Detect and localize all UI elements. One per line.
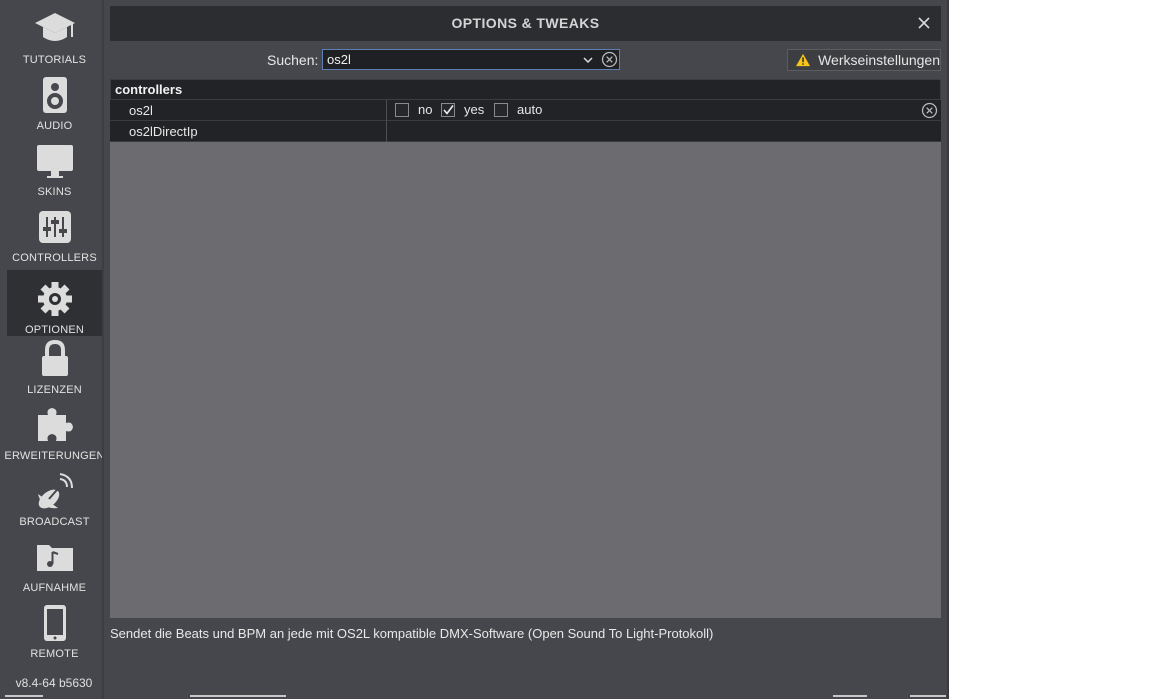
group-header: controllers xyxy=(110,79,941,100)
lock-icon xyxy=(33,338,77,380)
sidebar-item-label: REMOTE xyxy=(30,648,79,660)
search-history-dropdown[interactable] xyxy=(581,53,595,67)
group-label: controllers xyxy=(115,82,183,97)
option-row-os2l: os2l no yes auto xyxy=(110,100,941,121)
column-divider xyxy=(386,100,387,121)
sidebar-item-aufnahme[interactable]: AUFNAHME xyxy=(7,528,102,594)
sidebar-item-tutorials[interactable]: TUTORIALS xyxy=(7,0,102,66)
clear-circle-icon xyxy=(921,102,938,119)
sidebar-item-label: ERWEITERUNGEN xyxy=(4,450,105,462)
footer-fragment xyxy=(5,695,43,697)
search-input[interactable] xyxy=(327,51,577,68)
chevron-down-icon xyxy=(583,57,593,64)
column-divider xyxy=(386,121,387,142)
sidebar-item-optionen[interactable]: OPTIONEN xyxy=(7,270,102,336)
option-reset-button[interactable] xyxy=(921,102,938,119)
search-clear-button[interactable] xyxy=(601,51,618,68)
close-button[interactable] xyxy=(915,14,933,32)
option-choice-auto[interactable]: auto xyxy=(494,102,542,117)
checkbox-yes[interactable] xyxy=(441,102,455,117)
sidebar-item-label: LIZENZEN xyxy=(27,384,82,396)
choice-label: yes xyxy=(464,102,485,117)
satellite-dish-icon xyxy=(33,470,77,512)
search-label: Suchen: xyxy=(267,52,319,68)
sidebar-item-label: SKINS xyxy=(37,186,72,198)
close-icon xyxy=(918,17,930,29)
factory-reset-label: Werkseinstellungen xyxy=(818,52,940,68)
sidebar: TUTORIALS AUDIO SKINS CONTROLLERS OPTION… xyxy=(0,0,105,699)
title-bar: OPTIONS & TWEAKS xyxy=(110,6,941,41)
window-edge xyxy=(947,0,949,699)
search-box xyxy=(322,49,620,70)
speaker-icon xyxy=(33,74,77,116)
sidebar-item-label: AUDIO xyxy=(36,120,73,132)
sidebar-item-lizenzen[interactable]: LIZENZEN xyxy=(7,330,102,396)
app-window: TUTORIALS AUDIO SKINS CONTROLLERS OPTION… xyxy=(0,0,949,699)
version-label: v8.4-64 b5630 xyxy=(15,676,93,690)
option-choice-no[interactable]: no xyxy=(395,102,432,117)
footer-fragment xyxy=(910,695,946,697)
choice-label: auto xyxy=(517,102,543,117)
sidebar-item-label: AUFNAHME xyxy=(22,582,87,594)
checkbox-auto[interactable] xyxy=(494,102,508,117)
sliders-icon xyxy=(33,206,77,248)
sidebar-divider xyxy=(102,0,104,699)
footer-fragment xyxy=(190,695,286,697)
option-name: os2lDirectIp xyxy=(129,124,198,139)
sidebar-item-remote[interactable]: REMOTE xyxy=(7,594,102,660)
option-row-os2ldirectip[interactable]: os2lDirectIp xyxy=(110,121,941,142)
checkbox-no[interactable] xyxy=(395,102,409,117)
monitor-icon xyxy=(33,140,77,182)
smartphone-icon xyxy=(33,602,77,644)
factory-reset-button[interactable]: Werkseinstellungen xyxy=(787,49,941,71)
sidebar-item-controllers[interactable]: CONTROLLERS xyxy=(7,198,102,264)
option-name: os2l xyxy=(129,103,153,118)
sidebar-item-label: CONTROLLERS xyxy=(12,252,97,264)
clear-circle-icon xyxy=(601,51,618,68)
music-folder-icon xyxy=(33,536,77,578)
sidebar-item-label: BROADCAST xyxy=(19,516,90,528)
sidebar-item-label: TUTORIALS xyxy=(22,54,87,66)
graduation-cap-icon xyxy=(33,8,77,50)
checkmark-icon xyxy=(443,104,454,115)
option-choice-yes[interactable]: yes xyxy=(441,102,484,117)
footer-fragment xyxy=(833,695,867,697)
puzzle-icon xyxy=(33,404,77,446)
options-table: controllers os2l no yes auto os2lDirectI… xyxy=(110,79,941,618)
sidebar-item-audio[interactable]: AUDIO xyxy=(7,66,102,132)
gear-icon xyxy=(33,278,77,320)
warning-icon xyxy=(796,53,811,67)
choice-label: no xyxy=(418,102,433,117)
sidebar-item-erweiterungen[interactable]: ERWEITERUNGEN xyxy=(4,396,105,462)
sidebar-item-broadcast[interactable]: BROADCAST xyxy=(7,462,102,528)
sidebar-item-skins[interactable]: SKINS xyxy=(7,132,102,198)
option-description: Sendet die Beats und BPM an jede mit OS2… xyxy=(110,626,714,641)
window-title: OPTIONS & TWEAKS xyxy=(451,15,600,31)
